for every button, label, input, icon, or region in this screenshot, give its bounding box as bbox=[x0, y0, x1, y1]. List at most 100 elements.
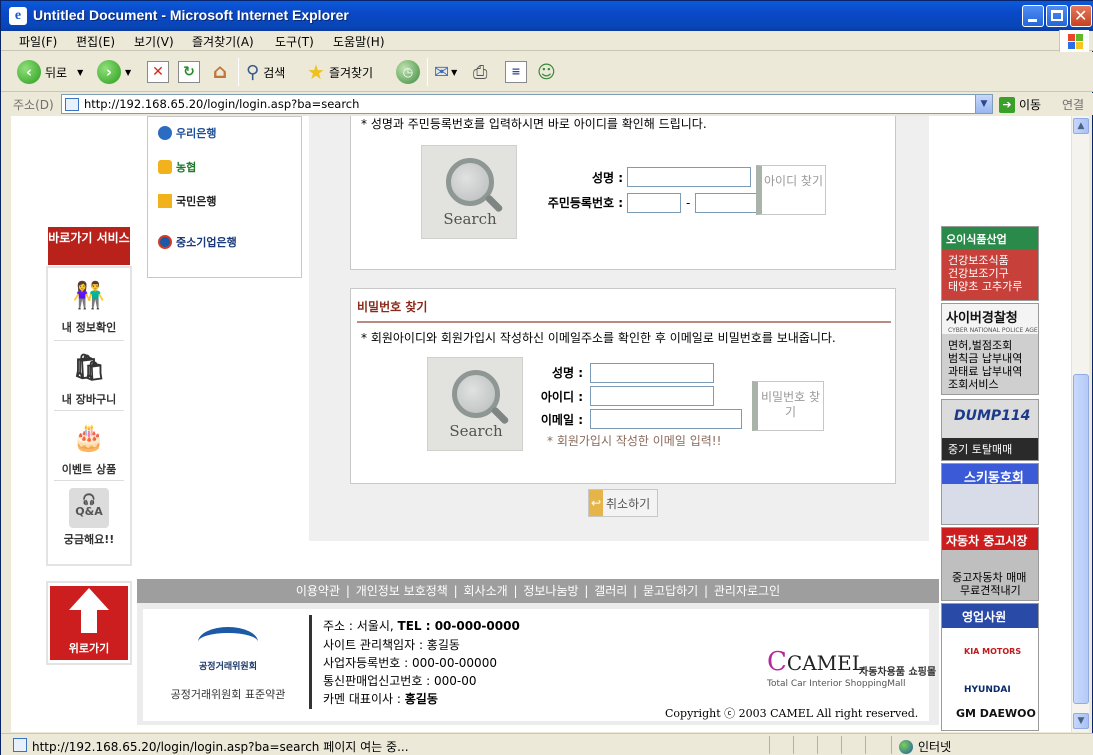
maximize-button[interactable] bbox=[1046, 5, 1068, 27]
scroll-up-icon[interactable]: ▲ bbox=[1073, 118, 1089, 134]
bank-ibk[interactable]: 중소기업은행 bbox=[158, 234, 237, 250]
footer-link-terms[interactable]: 이용약관 bbox=[296, 584, 340, 598]
back-button[interactable]: ‹ 뒤로 ▼ bbox=[17, 58, 83, 86]
stop-button[interactable]: ✕ bbox=[147, 58, 169, 86]
star-icon: ★ bbox=[307, 60, 325, 84]
ad-cyber-police[interactable]: 사이버경찰청 CYBER NATIONAL POLICE AGENCY 면허,벌… bbox=[941, 303, 1039, 395]
stop-icon: ✕ bbox=[147, 61, 169, 83]
browser-window: e Untitled Document - Microsoft Internet… bbox=[0, 0, 1093, 755]
quick-service-menu: 👫 내 정보확인 🛍 내 장바구니 🎂 이벤트 상품 🎧 Q&A 궁금해요!! bbox=[46, 266, 132, 566]
menu-file[interactable]: 파일(F) bbox=[15, 33, 61, 50]
menu-tools[interactable]: 도구(T) bbox=[271, 33, 318, 50]
find-password-search-image: Search bbox=[427, 357, 523, 451]
find-password-name-input[interactable] bbox=[590, 363, 714, 383]
refresh-button[interactable]: ↻ bbox=[178, 58, 200, 86]
footer-link-admin[interactable]: 관리자로그인 bbox=[714, 584, 780, 598]
home-button[interactable]: ⌂ bbox=[209, 58, 231, 86]
back-dropdown-icon[interactable]: ▼ bbox=[77, 68, 83, 77]
favorites-button[interactable]: ★ 즐겨찾기 bbox=[307, 58, 373, 86]
find-id-ssn-back-input[interactable] bbox=[695, 193, 757, 213]
footer-links: 이용약관 | 개인정보 보호정책 | 회사소개 | 정보나눔방 | 갤러리 | … bbox=[137, 579, 939, 603]
find-id-button[interactable]: 아이디 찾기 bbox=[756, 165, 826, 215]
couple-icon: 👫 bbox=[72, 281, 106, 311]
menu-favorites[interactable]: 즐겨찾기(A) bbox=[188, 33, 258, 50]
ad-dump114[interactable]: DUMP114 중기 토탈매매 bbox=[941, 399, 1039, 461]
mail-button[interactable]: ✉ ▼ bbox=[434, 58, 457, 86]
find-password-email-input[interactable] bbox=[590, 409, 742, 429]
menu-edit[interactable]: 편집(E) bbox=[72, 33, 119, 50]
footer-link-qna[interactable]: 묻고답하기 bbox=[643, 584, 698, 598]
footer-link-about[interactable]: 회사소개 bbox=[464, 584, 508, 598]
search-button[interactable]: ⚲ 검색 bbox=[246, 58, 285, 86]
links-button[interactable]: 연결 bbox=[1062, 96, 1084, 113]
footer-link-gallery[interactable]: 갤러리 bbox=[594, 584, 627, 598]
scroll-down-icon[interactable]: ▼ bbox=[1073, 713, 1089, 729]
find-password-email-label: 이메일 : bbox=[540, 413, 583, 427]
edit-button[interactable]: ≡ bbox=[505, 58, 527, 86]
cancel-button[interactable]: ↩ 취소하기 bbox=[588, 489, 658, 517]
home-icon: ⌂ bbox=[212, 59, 228, 83]
printer-icon: ⎙ bbox=[473, 61, 488, 83]
quick-event-products[interactable]: 🎂 이벤트 상품 bbox=[48, 418, 130, 477]
globe-icon bbox=[899, 739, 913, 754]
find-password-id-input[interactable] bbox=[590, 386, 714, 406]
copyright: Copyright ⓒ 2003 CAMEL All right reserve… bbox=[665, 707, 919, 720]
menu-view[interactable]: 보기(V) bbox=[130, 33, 178, 50]
ad-ski-club[interactable]: 스키동호회 bbox=[941, 463, 1039, 525]
address-input[interactable]: http://192.168.65.20/login/login.asp?ba=… bbox=[61, 94, 993, 114]
find-password-hint: * 회원아이디와 회원가입시 작성하신 이메일주소를 확인한 후 이메일로 비밀… bbox=[361, 331, 836, 345]
footer-link-privacy[interactable]: 개인정보 보호정책 bbox=[356, 584, 448, 598]
menu-help[interactable]: 도움말(H) bbox=[329, 33, 389, 50]
go-top-button[interactable]: 위로가기 bbox=[46, 581, 132, 665]
camel-logo: C CAMEL 자동차용품 쇼핑몰 Total Car Interior Shop… bbox=[767, 647, 937, 689]
forward-button[interactable]: › ▼ bbox=[97, 58, 131, 86]
footer-mail-order: 통신판매업신고번호 : 000-00 bbox=[323, 674, 477, 688]
scroll-thumb[interactable] bbox=[1073, 374, 1089, 704]
nonghyup-logo-icon bbox=[158, 160, 172, 174]
address-dropdown-icon[interactable]: ▼ bbox=[975, 95, 992, 113]
back-arrow-icon: ‹ bbox=[17, 60, 41, 84]
footer-link-share[interactable]: 정보나눔방 bbox=[523, 584, 578, 598]
go-button[interactable]: ➔ 이동 bbox=[999, 96, 1041, 113]
mail-dropdown-icon[interactable]: ▼ bbox=[451, 68, 457, 77]
bank-woori[interactable]: 우리은행 bbox=[158, 125, 216, 141]
address-label: 주소(D) bbox=[13, 98, 54, 112]
minimize-icon bbox=[1028, 19, 1037, 22]
ftc-badge[interactable]: 공정거래위원회 공정거래위원회 표준약관 bbox=[163, 627, 293, 702]
close-icon: ✕ bbox=[1074, 6, 1088, 25]
ie-page-icon: e bbox=[9, 7, 27, 25]
kia-logo: KIA MOTORS bbox=[964, 647, 1022, 656]
mail-icon: ✉ bbox=[434, 61, 450, 83]
bank-kookmin[interactable]: 국민은행 bbox=[158, 193, 216, 209]
security-zone[interactable]: 인터넷 bbox=[899, 738, 951, 755]
bank-nonghyup[interactable]: 농협 bbox=[158, 159, 196, 175]
find-password-button[interactable]: 비밀번호 찾기 bbox=[752, 381, 824, 431]
find-id-name-label: 성명 : bbox=[591, 171, 623, 185]
status-text: http://192.168.65.20/login/login.asp?ba=… bbox=[32, 740, 409, 754]
search-icon: ⚲ bbox=[246, 61, 260, 83]
ad-sales-rep[interactable]: 영업사원 KIA MOTORS HYUNDAI GM DAEWOO bbox=[941, 603, 1039, 731]
ad-used-car-market[interactable]: 자동차 중고시장 중고자동차 매매 무료견적내기 bbox=[941, 527, 1039, 601]
quick-my-info[interactable]: 👫 내 정보확인 bbox=[48, 276, 130, 335]
title-bar[interactable]: e Untitled Document - Microsoft Internet… bbox=[1, 1, 1093, 31]
print-button[interactable]: ⎙ bbox=[473, 58, 487, 86]
find-id-search-image: Search bbox=[421, 145, 517, 239]
minimize-button[interactable] bbox=[1022, 5, 1044, 27]
find-id-ssn-label: 주민등록번호 : bbox=[547, 196, 623, 210]
find-id-ssn-front-input[interactable] bbox=[627, 193, 681, 213]
history-button[interactable]: ◷ bbox=[396, 58, 424, 86]
footer-biz-no: 사업자등록번호 : 000-00-00000 bbox=[323, 656, 497, 670]
quick-my-cart[interactable]: 🛍 내 장바구니 bbox=[48, 348, 130, 407]
vertical-scrollbar[interactable]: ▲ ▼ bbox=[1071, 116, 1089, 732]
up-arrow-icon bbox=[69, 588, 109, 610]
close-button[interactable]: ✕ bbox=[1070, 5, 1092, 27]
quick-qna[interactable]: 🎧 Q&A 궁금해요!! bbox=[48, 488, 130, 547]
ad-column: 오이식품산업 건강보조식품 건강보조기구 태양초 고추가루 사이버경찰청 CYB… bbox=[941, 116, 1041, 732]
status-bar: http://192.168.65.20/login/login.asp?ba=… bbox=[1, 733, 1093, 755]
edit-page-icon: ≡ bbox=[505, 61, 527, 83]
messenger-button[interactable]: ☺ bbox=[537, 58, 556, 86]
ad-oi-food[interactable]: 오이식품산업 건강보조식품 건강보조기구 태양초 고추가루 bbox=[941, 226, 1039, 301]
forward-dropdown-icon[interactable]: ▼ bbox=[125, 68, 131, 77]
find-password-panel: 비밀번호 찾기 * 회원아이디와 회원가입시 작성하신 이메일주소를 확인한 후… bbox=[350, 288, 896, 484]
find-id-name-input[interactable] bbox=[627, 167, 751, 187]
